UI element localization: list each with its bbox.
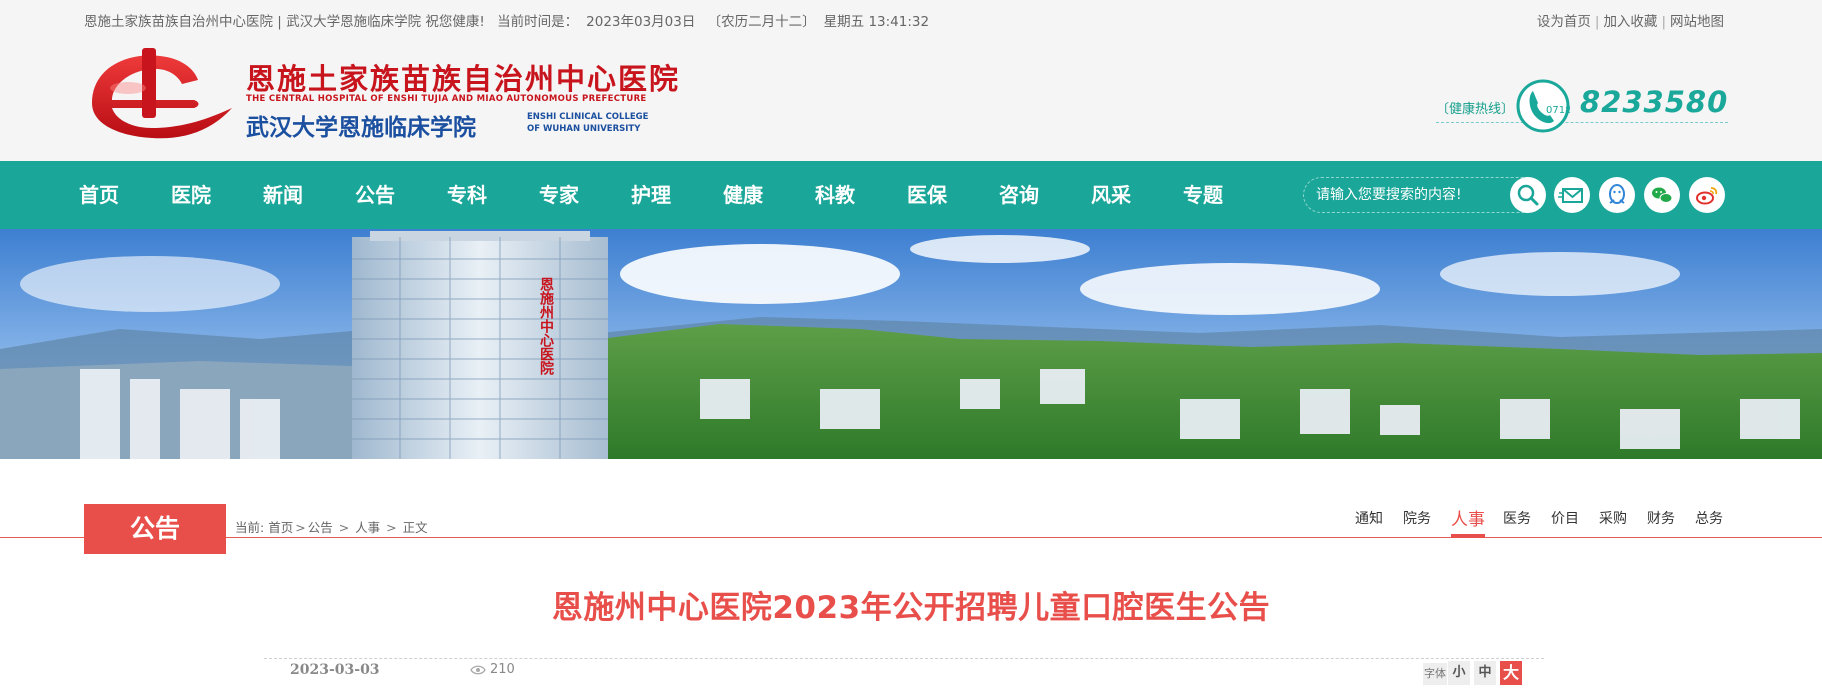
nav-item-news[interactable]: 新闻 (263, 161, 303, 229)
hotline-number: 8233580 (1580, 85, 1729, 119)
qq-button[interactable] (1599, 177, 1635, 213)
wechat-button[interactable] (1644, 177, 1680, 213)
breadcrumb-notice[interactable]: 公告 (308, 520, 333, 535)
meta-divider (264, 658, 1544, 659)
current-date: 2023年03月03日 (586, 14, 696, 30)
hospital-emblem-icon (92, 48, 232, 139)
nav-item-specialty[interactable]: 专科 (447, 161, 487, 229)
weekday-time: 星期五 13:41:32 (823, 14, 930, 30)
sitemap-link[interactable]: 网站地图 (1670, 14, 1724, 30)
hotline-label: 〔健康热线〕 (1436, 102, 1515, 117)
add-favorite-link[interactable]: 加入收藏 (1603, 14, 1657, 30)
qq-icon (1609, 184, 1625, 204)
nav-item-education[interactable]: 科教 (815, 161, 855, 229)
lunar-date: 〔农历二月十二〕 (707, 14, 816, 30)
svg-text:0718: 0718 (1546, 105, 1570, 116)
nav-item-health[interactable]: 健康 (723, 161, 763, 229)
city-landscape-image: 恩施州中心医院 (0, 229, 1822, 459)
subnav-general[interactable]: 总务 (1695, 508, 1723, 528)
font-size-large-button[interactable]: 大 (1500, 661, 1522, 685)
nav-item-home[interactable]: 首页 (79, 161, 119, 229)
weibo-button[interactable] (1689, 177, 1725, 213)
section-divider (0, 537, 1822, 538)
subnav-active-indicator (1451, 534, 1485, 538)
search-input[interactable] (1314, 183, 1513, 207)
mail-icon (1558, 188, 1583, 203)
breadcrumb-home[interactable]: 首页 (268, 520, 293, 535)
subnav-medical[interactable]: 医务 (1503, 508, 1531, 528)
logo-college-english: ENSHI CLINICAL COLLEGE OF WUHAN UNIVERSI… (527, 112, 649, 134)
phone-icon: 0718 (1516, 79, 1570, 133)
search-button[interactable] (1510, 177, 1546, 213)
weibo-icon (1696, 187, 1718, 205)
subnav-notification[interactable]: 通知 (1355, 508, 1383, 528)
breadcrumb-personnel[interactable]: 人事 (355, 520, 380, 535)
search-box (1303, 177, 1527, 213)
article-date: 2023-03-03 (290, 662, 380, 678)
health-hotline: 〔健康热线〕 0718 8233580 (1436, 79, 1729, 133)
top-info-bar: 恩施土家族苗族自治州中心医院 | 武汉大学恩施临床学院 祝您健康! 当前时间是：… (84, 10, 937, 30)
subnav-personnel[interactable]: 人事 (1451, 505, 1485, 530)
subnav-procurement[interactable]: 采购 (1599, 508, 1627, 528)
mail-button[interactable] (1554, 177, 1590, 213)
font-size-label: 字体 (1423, 663, 1447, 685)
subnav-finance[interactable]: 财务 (1647, 508, 1675, 528)
time-label: 当前时间是： (497, 14, 579, 30)
set-homepage-link[interactable]: 设为首页 (1537, 14, 1591, 30)
article-views: 210 (470, 662, 515, 677)
article-title: 恩施州中心医院2023年公开招聘儿童口腔医生公告 (551, 590, 1271, 626)
breadcrumb: 当前: 首页 > 公告 > 人事 > 正文 (235, 520, 428, 535)
nav-item-notice[interactable]: 公告 (355, 161, 395, 229)
nav-item-hospital[interactable]: 医院 (171, 161, 211, 229)
nav-item-experts[interactable]: 专家 (539, 161, 579, 229)
font-size-medium-button[interactable]: 中 (1474, 661, 1496, 685)
subnav-affairs[interactable]: 院务 (1403, 508, 1431, 528)
section-tag: 公告 (84, 504, 226, 554)
nav-item-consult[interactable]: 咨询 (999, 161, 1039, 229)
nav-item-nursing[interactable]: 护理 (631, 161, 671, 229)
hospital-logo[interactable]: 恩施土家族苗族自治州中心医院 THE CENTRAL HOSPITAL OF E… (82, 48, 682, 141)
logo-chinese-name: 恩施土家族苗族自治州中心医院 (246, 62, 681, 96)
breadcrumb-current: 正文 (402, 520, 428, 535)
nav-item-topics[interactable]: 专题 (1183, 161, 1223, 229)
subnav-prices[interactable]: 价目 (1551, 508, 1579, 528)
breadcrumb-label: 当前: (235, 520, 265, 535)
nav-item-style[interactable]: 风采 (1091, 161, 1131, 229)
logo-english-name: THE CENTRAL HOSPITAL OF ENSHI TUJIA AND … (246, 94, 647, 104)
svg-text:恩施州中心医院: 恩施州中心医院 (538, 277, 555, 376)
search-icon (1517, 184, 1539, 206)
nav-item-insurance[interactable]: 医保 (907, 161, 947, 229)
top-links: 设为首页 | 加入收藏 | 网站地图 (1536, 14, 1724, 30)
welcome-text: 恩施土家族苗族自治州中心医院 | 武汉大学恩施临床学院 祝您健康! (84, 14, 485, 30)
view-count: 210 (490, 662, 515, 677)
font-size-small-button[interactable]: 小 (1448, 661, 1470, 685)
hero-banner: 恩施州中心医院 (0, 229, 1822, 459)
logo-college-name: 武汉大学恩施临床学院 (246, 115, 476, 141)
main-nav: 首页 医院 新闻 公告 专科 专家 护理 健康 科教 医保 咨询 风采 专题 (0, 161, 1822, 229)
eye-icon (470, 665, 486, 674)
wechat-icon (1652, 187, 1673, 203)
